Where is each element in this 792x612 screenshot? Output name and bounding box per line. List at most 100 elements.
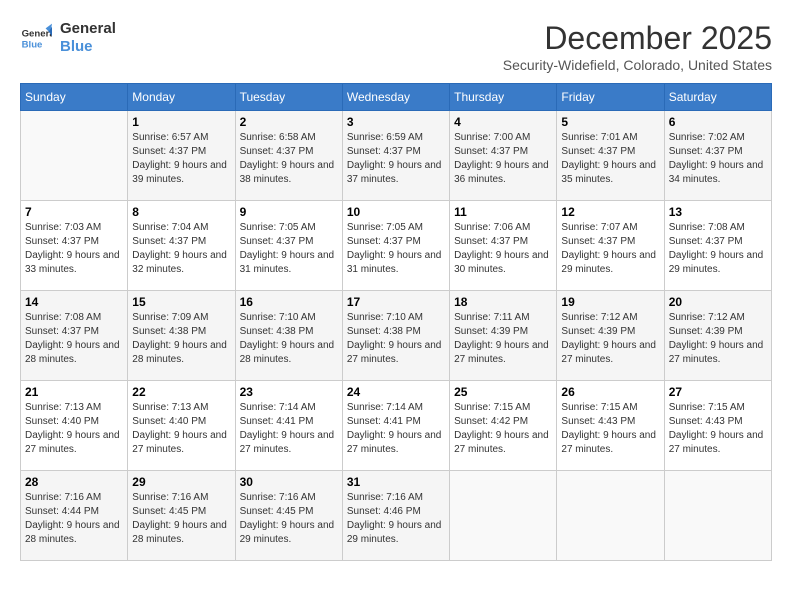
daylight: Daylight: 9 hours and 27 minutes. [454, 339, 552, 367]
sunset: Sunset: 4:37 PM [132, 145, 230, 159]
sunset: Sunset: 4:37 PM [347, 235, 445, 249]
day-info: Sunrise: 7:02 AM Sunset: 4:37 PM Dayligh… [669, 131, 767, 187]
daylight: Daylight: 9 hours and 35 minutes. [561, 159, 659, 187]
sunrise: Sunrise: 7:05 AM [347, 221, 445, 235]
sunrise: Sunrise: 6:57 AM [132, 131, 230, 145]
calendar-cell: 23 Sunrise: 7:14 AM Sunset: 4:41 PM Dayl… [235, 381, 342, 471]
day-info: Sunrise: 7:08 AM Sunset: 4:37 PM Dayligh… [25, 311, 123, 367]
day-number: 19 [561, 295, 659, 309]
calendar-cell: 6 Sunrise: 7:02 AM Sunset: 4:37 PM Dayli… [664, 111, 771, 201]
weekday-header-friday: Friday [557, 84, 664, 111]
calendar-cell [21, 111, 128, 201]
day-info: Sunrise: 7:12 AM Sunset: 4:39 PM Dayligh… [669, 311, 767, 367]
calendar-table: SundayMondayTuesdayWednesdayThursdayFrid… [20, 83, 772, 561]
calendar-cell: 3 Sunrise: 6:59 AM Sunset: 4:37 PM Dayli… [342, 111, 449, 201]
day-number: 23 [240, 385, 338, 399]
sunset: Sunset: 4:39 PM [561, 325, 659, 339]
week-row-4: 21 Sunrise: 7:13 AM Sunset: 4:40 PM Dayl… [21, 381, 772, 471]
day-info: Sunrise: 7:14 AM Sunset: 4:41 PM Dayligh… [240, 401, 338, 457]
day-number: 28 [25, 475, 123, 489]
daylight: Daylight: 9 hours and 29 minutes. [669, 249, 767, 277]
day-info: Sunrise: 7:04 AM Sunset: 4:37 PM Dayligh… [132, 221, 230, 277]
sunrise: Sunrise: 7:08 AM [669, 221, 767, 235]
sunrise: Sunrise: 6:59 AM [347, 131, 445, 145]
calendar-cell: 31 Sunrise: 7:16 AM Sunset: 4:46 PM Dayl… [342, 471, 449, 561]
calendar-cell: 2 Sunrise: 6:58 AM Sunset: 4:37 PM Dayli… [235, 111, 342, 201]
day-info: Sunrise: 7:09 AM Sunset: 4:38 PM Dayligh… [132, 311, 230, 367]
daylight: Daylight: 9 hours and 33 minutes. [25, 249, 123, 277]
calendar-cell: 14 Sunrise: 7:08 AM Sunset: 4:37 PM Dayl… [21, 291, 128, 381]
day-info: Sunrise: 7:08 AM Sunset: 4:37 PM Dayligh… [669, 221, 767, 277]
sunrise: Sunrise: 7:16 AM [347, 491, 445, 505]
day-info: Sunrise: 7:15 AM Sunset: 4:43 PM Dayligh… [669, 401, 767, 457]
day-info: Sunrise: 7:11 AM Sunset: 4:39 PM Dayligh… [454, 311, 552, 367]
daylight: Daylight: 9 hours and 37 minutes. [347, 159, 445, 187]
sunset: Sunset: 4:43 PM [669, 415, 767, 429]
day-info: Sunrise: 7:10 AM Sunset: 4:38 PM Dayligh… [240, 311, 338, 367]
weekday-header-tuesday: Tuesday [235, 84, 342, 111]
sunset: Sunset: 4:45 PM [132, 505, 230, 519]
logo-icon: General Blue [20, 22, 52, 54]
day-number: 30 [240, 475, 338, 489]
sunrise: Sunrise: 7:12 AM [669, 311, 767, 325]
day-info: Sunrise: 7:15 AM Sunset: 4:43 PM Dayligh… [561, 401, 659, 457]
day-info: Sunrise: 7:14 AM Sunset: 4:41 PM Dayligh… [347, 401, 445, 457]
weekday-header-monday: Monday [128, 84, 235, 111]
sunset: Sunset: 4:37 PM [561, 145, 659, 159]
daylight: Daylight: 9 hours and 27 minutes. [25, 429, 123, 457]
daylight: Daylight: 9 hours and 31 minutes. [347, 249, 445, 277]
day-info: Sunrise: 7:05 AM Sunset: 4:37 PM Dayligh… [240, 221, 338, 277]
day-number: 4 [454, 115, 552, 129]
day-number: 24 [347, 385, 445, 399]
daylight: Daylight: 9 hours and 27 minutes. [454, 429, 552, 457]
calendar-cell: 18 Sunrise: 7:11 AM Sunset: 4:39 PM Dayl… [450, 291, 557, 381]
calendar-cell [557, 471, 664, 561]
daylight: Daylight: 9 hours and 38 minutes. [240, 159, 338, 187]
calendar-cell: 9 Sunrise: 7:05 AM Sunset: 4:37 PM Dayli… [235, 201, 342, 291]
day-number: 17 [347, 295, 445, 309]
day-number: 9 [240, 205, 338, 219]
weekday-header-saturday: Saturday [664, 84, 771, 111]
logo-text: General Blue [60, 20, 116, 56]
sunset: Sunset: 4:39 PM [454, 325, 552, 339]
sunset: Sunset: 4:38 PM [132, 325, 230, 339]
daylight: Daylight: 9 hours and 29 minutes. [240, 519, 338, 547]
sunrise: Sunrise: 7:15 AM [454, 401, 552, 415]
week-row-2: 7 Sunrise: 7:03 AM Sunset: 4:37 PM Dayli… [21, 201, 772, 291]
weekday-header-row: SundayMondayTuesdayWednesdayThursdayFrid… [21, 84, 772, 111]
sunrise: Sunrise: 7:10 AM [240, 311, 338, 325]
day-info: Sunrise: 7:15 AM Sunset: 4:42 PM Dayligh… [454, 401, 552, 457]
sunrise: Sunrise: 7:16 AM [25, 491, 123, 505]
sunrise: Sunrise: 7:14 AM [240, 401, 338, 415]
daylight: Daylight: 9 hours and 29 minutes. [347, 519, 445, 547]
day-number: 10 [347, 205, 445, 219]
calendar-cell: 25 Sunrise: 7:15 AM Sunset: 4:42 PM Dayl… [450, 381, 557, 471]
sunset: Sunset: 4:43 PM [561, 415, 659, 429]
sunset: Sunset: 4:37 PM [25, 235, 123, 249]
location-title: Security-Widefield, Colorado, United Sta… [503, 57, 772, 73]
sunrise: Sunrise: 7:14 AM [347, 401, 445, 415]
daylight: Daylight: 9 hours and 27 minutes. [347, 429, 445, 457]
day-number: 31 [347, 475, 445, 489]
daylight: Daylight: 9 hours and 27 minutes. [132, 429, 230, 457]
week-row-5: 28 Sunrise: 7:16 AM Sunset: 4:44 PM Dayl… [21, 471, 772, 561]
day-info: Sunrise: 7:16 AM Sunset: 4:45 PM Dayligh… [132, 491, 230, 547]
sunrise: Sunrise: 7:01 AM [561, 131, 659, 145]
day-info: Sunrise: 7:06 AM Sunset: 4:37 PM Dayligh… [454, 221, 552, 277]
svg-text:Blue: Blue [22, 40, 43, 51]
day-number: 5 [561, 115, 659, 129]
calendar-cell: 28 Sunrise: 7:16 AM Sunset: 4:44 PM Dayl… [21, 471, 128, 561]
sunset: Sunset: 4:39 PM [669, 325, 767, 339]
calendar-cell: 16 Sunrise: 7:10 AM Sunset: 4:38 PM Dayl… [235, 291, 342, 381]
sunrise: Sunrise: 7:15 AM [669, 401, 767, 415]
day-number: 14 [25, 295, 123, 309]
sunset: Sunset: 4:38 PM [347, 325, 445, 339]
sunrise: Sunrise: 7:06 AM [454, 221, 552, 235]
day-info: Sunrise: 7:13 AM Sunset: 4:40 PM Dayligh… [132, 401, 230, 457]
sunset: Sunset: 4:37 PM [669, 235, 767, 249]
sunrise: Sunrise: 7:00 AM [454, 131, 552, 145]
calendar-cell: 12 Sunrise: 7:07 AM Sunset: 4:37 PM Dayl… [557, 201, 664, 291]
sunset: Sunset: 4:41 PM [347, 415, 445, 429]
sunset: Sunset: 4:40 PM [132, 415, 230, 429]
daylight: Daylight: 9 hours and 27 minutes. [561, 339, 659, 367]
